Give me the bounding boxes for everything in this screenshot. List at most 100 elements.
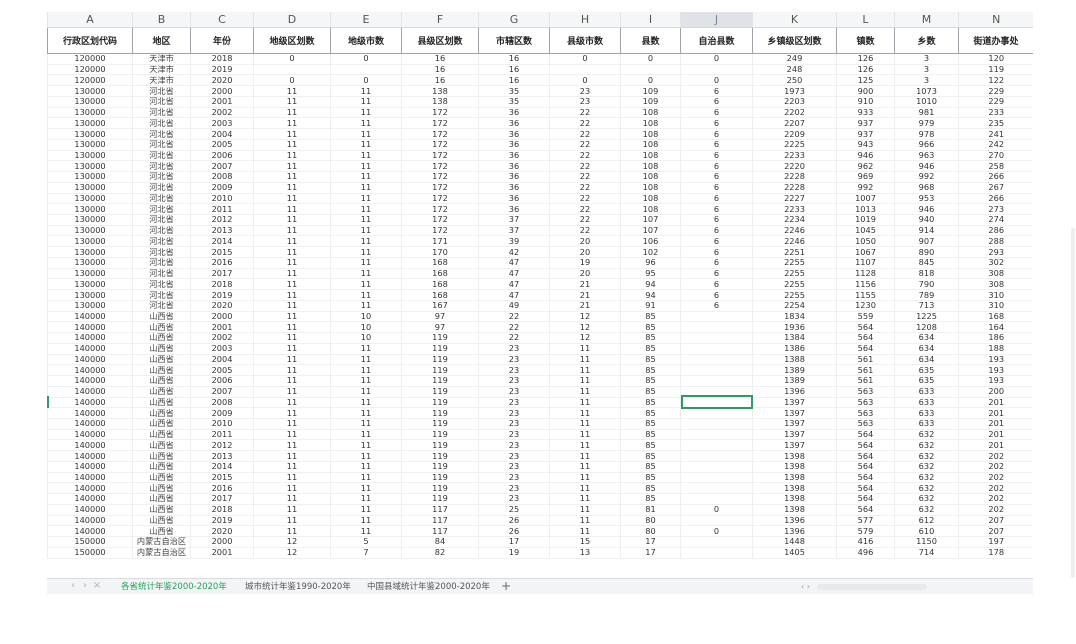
table-cell[interactable]: 2001 bbox=[190, 547, 254, 559]
table-cell[interactable]: 11 bbox=[330, 150, 402, 162]
table-cell[interactable]: 563 bbox=[836, 418, 895, 430]
table-cell[interactable]: 170 bbox=[401, 246, 479, 258]
table-cell[interactable]: 山西省 bbox=[132, 332, 191, 344]
column-letter-e[interactable]: E bbox=[330, 12, 402, 28]
table-cell[interactable]: 6 bbox=[680, 214, 753, 226]
table-cell[interactable]: 310 bbox=[958, 289, 1033, 301]
table-cell[interactable]: 11 bbox=[549, 354, 621, 366]
table-cell[interactable]: 632 bbox=[894, 472, 959, 484]
table-cell[interactable]: 85 bbox=[620, 311, 681, 323]
table-cell[interactable]: 140000 bbox=[47, 504, 133, 516]
table-cell[interactable]: 11 bbox=[253, 504, 331, 516]
table-cell[interactable]: 3 bbox=[894, 53, 959, 65]
table-cell[interactable]: 186 bbox=[958, 332, 1033, 344]
table-cell[interactable]: 23 bbox=[478, 439, 550, 452]
table-cell[interactable]: 22 bbox=[478, 332, 550, 344]
table-cell[interactable]: 130000 bbox=[47, 182, 133, 194]
table-cell[interactable]: 11 bbox=[330, 472, 402, 484]
table-cell[interactable]: 85 bbox=[620, 450, 681, 462]
table-cell[interactable]: 1397 bbox=[752, 397, 837, 409]
table-cell[interactable]: 山西省 bbox=[132, 354, 191, 366]
table-cell[interactable]: 140000 bbox=[47, 450, 133, 462]
table-cell[interactable]: 2016 bbox=[190, 257, 254, 269]
table-cell[interactable]: 172 bbox=[401, 182, 479, 194]
table-cell[interactable]: 108 bbox=[620, 128, 681, 140]
table-cell[interactable]: 天津市 bbox=[132, 74, 191, 87]
table-cell[interactable]: 130000 bbox=[47, 203, 133, 216]
table-cell[interactable]: 2012 bbox=[190, 214, 254, 226]
table-cell[interactable]: 河北省 bbox=[132, 214, 191, 226]
table-cell[interactable]: 201 bbox=[958, 429, 1033, 441]
table-cell[interactable]: 85 bbox=[620, 343, 681, 355]
table-cell[interactable]: 16 bbox=[401, 64, 479, 76]
table-cell[interactable]: 2018 bbox=[190, 278, 254, 291]
table-cell[interactable]: 23 bbox=[478, 429, 550, 441]
table-cell[interactable]: 172 bbox=[401, 214, 479, 226]
table-cell[interactable]: 564 bbox=[836, 472, 895, 484]
table-cell[interactable] bbox=[680, 64, 753, 76]
table-cell[interactable]: 11 bbox=[253, 182, 331, 194]
table-cell[interactable]: 11 bbox=[330, 235, 402, 248]
table-cell[interactable]: 564 bbox=[836, 321, 895, 334]
table-cell[interactable]: 11 bbox=[253, 321, 331, 334]
table-cell[interactable]: 910 bbox=[836, 96, 895, 108]
table-cell[interactable]: 172 bbox=[401, 117, 479, 130]
table-cell[interactable]: 202 bbox=[958, 472, 1033, 484]
table-cell[interactable]: 130000 bbox=[47, 150, 133, 162]
table-cell[interactable]: 22 bbox=[549, 117, 621, 130]
table-cell[interactable]: 11 bbox=[549, 418, 621, 430]
table-cell[interactable]: 2255 bbox=[752, 278, 837, 291]
table-cell[interactable]: 1936 bbox=[752, 321, 837, 334]
table-cell[interactable]: 2251 bbox=[752, 246, 837, 258]
table-cell[interactable]: 119 bbox=[401, 493, 479, 505]
table-cell[interactable]: 1398 bbox=[752, 450, 837, 462]
table-cell[interactable]: 130000 bbox=[47, 214, 133, 226]
table-cell[interactable] bbox=[680, 343, 753, 355]
table-cell[interactable]: 11 bbox=[549, 493, 621, 505]
table-cell[interactable]: 0 bbox=[620, 53, 681, 65]
table-cell[interactable]: 11 bbox=[253, 171, 331, 183]
table-cell[interactable]: 130000 bbox=[47, 107, 133, 119]
table-cell[interactable]: 11 bbox=[330, 278, 402, 291]
table-cell[interactable]: 1128 bbox=[836, 268, 895, 280]
table-cell[interactable]: 山西省 bbox=[132, 386, 191, 398]
table-cell[interactable]: 11 bbox=[253, 150, 331, 162]
table-cell[interactable]: 610 bbox=[894, 525, 959, 538]
table-cell[interactable]: 11 bbox=[330, 429, 402, 441]
table-cell[interactable]: 943 bbox=[836, 139, 895, 151]
table-cell[interactable]: 11 bbox=[330, 182, 402, 194]
table-cell[interactable]: 6 bbox=[680, 300, 753, 312]
table-cell[interactable]: 11 bbox=[253, 418, 331, 430]
header-cell[interactable]: 地级市数 bbox=[330, 27, 402, 54]
table-cell[interactable]: 11 bbox=[330, 203, 402, 216]
table-cell[interactable]: 11 bbox=[253, 461, 331, 473]
table-cell[interactable]: 36 bbox=[478, 150, 550, 162]
table-cell[interactable]: 11 bbox=[549, 386, 621, 398]
table-cell[interactable]: 202 bbox=[958, 493, 1033, 505]
table-cell[interactable]: 河北省 bbox=[132, 235, 191, 248]
table-cell[interactable]: 125 bbox=[836, 74, 895, 87]
table-cell[interactable]: 0 bbox=[680, 525, 753, 538]
table-cell[interactable]: 119 bbox=[401, 375, 479, 387]
table-cell[interactable]: 633 bbox=[894, 386, 959, 398]
table-cell[interactable]: 22 bbox=[549, 203, 621, 216]
table-cell[interactable]: 632 bbox=[894, 450, 959, 462]
table-cell[interactable]: 130000 bbox=[47, 300, 133, 312]
table-cell[interactable]: 21 bbox=[549, 300, 621, 312]
table-cell[interactable]: 11 bbox=[330, 128, 402, 140]
table-cell[interactable]: 577 bbox=[836, 515, 895, 527]
table-cell[interactable]: 2233 bbox=[752, 150, 837, 162]
table-cell[interactable]: 85 bbox=[620, 397, 681, 409]
table-cell[interactable]: 2004 bbox=[190, 354, 254, 366]
table-cell[interactable]: 0 bbox=[680, 74, 753, 87]
table-cell[interactable]: 172 bbox=[401, 139, 479, 151]
table-cell[interactable]: 937 bbox=[836, 128, 895, 140]
table-cell[interactable] bbox=[680, 321, 753, 334]
table-cell[interactable]: 山西省 bbox=[132, 418, 191, 430]
table-cell[interactable]: 河北省 bbox=[132, 203, 191, 216]
table-cell[interactable]: 1396 bbox=[752, 515, 837, 527]
table-cell[interactable]: 108 bbox=[620, 139, 681, 151]
table-cell[interactable]: 11 bbox=[549, 461, 621, 473]
table-cell[interactable]: 47 bbox=[478, 257, 550, 269]
table-cell[interactable]: 200 bbox=[958, 386, 1033, 398]
